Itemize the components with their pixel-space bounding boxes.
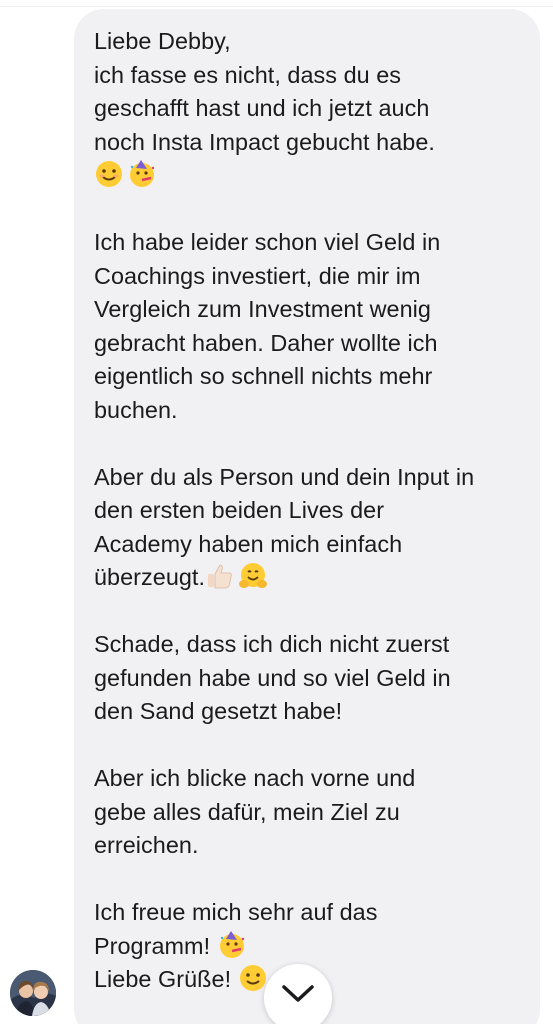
message-text: Liebe Debby, ich fasse es nicht, dass du…: [94, 25, 524, 997]
message-line: Ich habe leider schon viel Geld in: [94, 229, 441, 255]
message-line: Programm!: [94, 932, 211, 959]
message-line: erreichen.: [94, 832, 199, 858]
message-line: Academy haben mich einfach: [94, 530, 403, 557]
hugging-face-icon: [238, 561, 268, 591]
message-line: Liebe Debby,: [94, 28, 231, 54]
smiling-face-icon: [238, 963, 268, 993]
message-line: Ich freue mich sehr auf das: [94, 899, 378, 925]
emoji-line: [94, 159, 524, 193]
scroll-to-bottom-button[interactable]: [264, 964, 332, 1024]
message-line: Vergleich zum Investment wenig: [94, 296, 431, 322]
thumbs-up-icon: [205, 561, 235, 591]
message-line: eigentlich so schnell nichts mehr: [94, 363, 433, 389]
message-line: Schade, dass ich dich nicht zuerst: [94, 631, 450, 657]
message-line: buchen.: [94, 396, 178, 423]
smiling-face-icon: [94, 159, 124, 189]
message-line: ich fasse es nicht, dass du es: [94, 61, 402, 88]
chat-screen: Liebe Debby, ich fasse es nicht, dass du…: [0, 0, 553, 1024]
top-divider: [0, 0, 553, 7]
message-line-with-emoji: Programm!: [94, 930, 524, 964]
message-line: Liebe Grüße!: [94, 966, 232, 992]
partying-face-icon: [127, 159, 157, 189]
message-line: gebracht haben. Daher wollte ich: [94, 329, 438, 356]
message-line: Coachings investiert, die mir im: [94, 262, 421, 289]
message-line-with-emoji: überzeugt.: [94, 561, 524, 595]
chevron-down-icon: [281, 964, 315, 1009]
message-line: gebe alles dafür, mein Ziel zu: [94, 798, 400, 825]
avatar[interactable]: [10, 970, 56, 1016]
partying-face-icon: [217, 930, 247, 960]
message-line: Aber ich blicke nach vorne und: [94, 765, 416, 791]
message-line: Aber du als Person und dein Input in: [94, 463, 475, 490]
message-line: den ersten beiden Lives der: [94, 497, 385, 523]
message-line: geschafft hast und ich jetzt auch: [94, 95, 430, 121]
message-line: gefunden habe und so viel Geld in: [94, 664, 451, 691]
message-line: überzeugt.: [94, 564, 206, 590]
message-line: noch Insta Impact gebucht habe.: [94, 128, 435, 155]
message-line: den Sand gesetzt habe!: [94, 698, 343, 724]
message-bubble[interactable]: Liebe Debby, ich fasse es nicht, dass du…: [74, 9, 540, 1024]
